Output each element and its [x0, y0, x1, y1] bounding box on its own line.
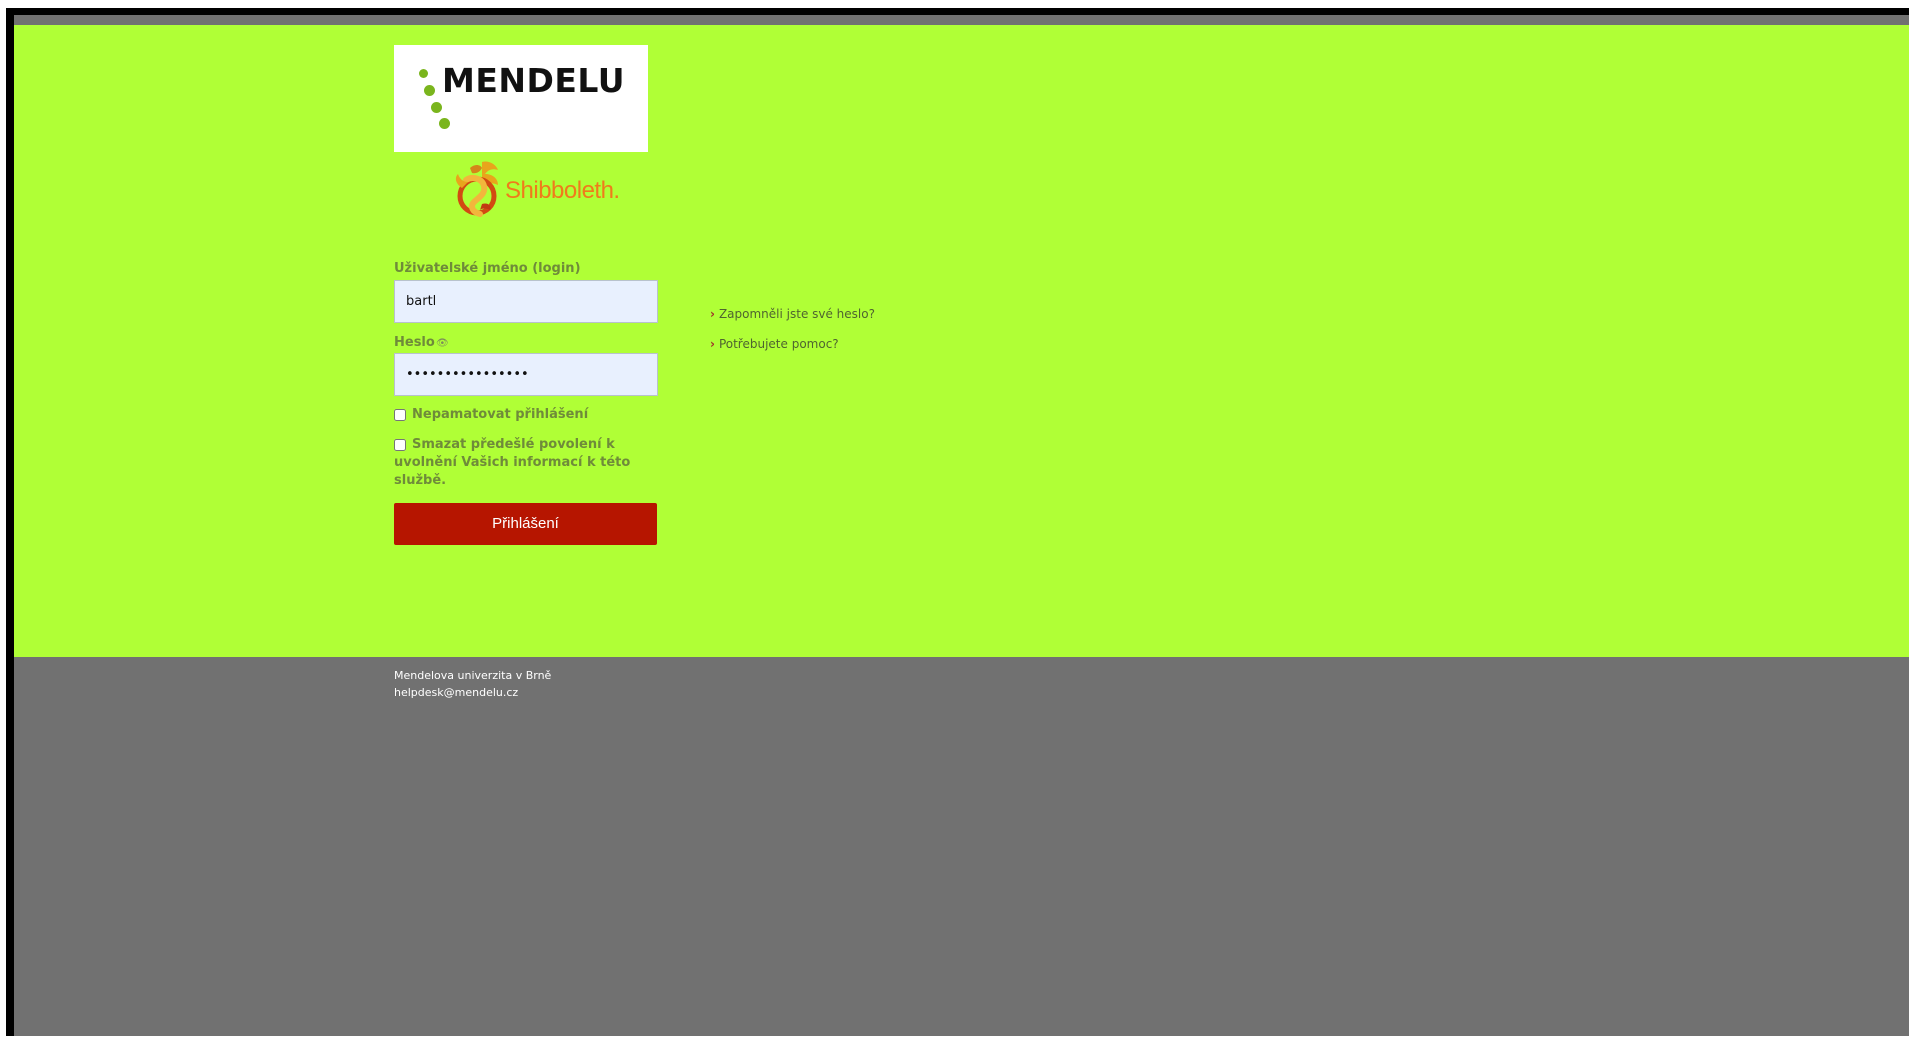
chevron-right-icon: › — [710, 307, 715, 321]
username-label: Uživatelské jméno (login) — [394, 261, 581, 276]
clear-consent-label-line1[interactable]: Smazat předešlé povolení k — [412, 436, 615, 454]
show-password-eye-icon[interactable]: 👁 — [436, 338, 449, 349]
bottom-edge — [0, 1036, 1909, 1040]
need-help-link[interactable]: › Potřebujete pomoc? — [710, 337, 839, 351]
password-input[interactable] — [394, 353, 658, 396]
clear-consent-checkbox[interactable] — [394, 439, 406, 451]
footer-email[interactable]: helpdesk@mendelu.cz — [394, 686, 518, 699]
shibboleth-wordmark: Shibboleth. — [505, 177, 620, 204]
password-label: Heslo — [394, 335, 435, 350]
chevron-right-icon: › — [710, 337, 715, 351]
footer-organization: Mendelova univerzita v Brně — [394, 669, 552, 682]
username-input[interactable] — [394, 280, 658, 323]
dont-remember-label[interactable]: Nepamatovat přihlášení — [412, 406, 588, 424]
logo-dot — [419, 69, 428, 78]
forgot-password-link[interactable]: › Zapomněli jste své heslo? — [710, 307, 875, 321]
logo-dot — [431, 102, 442, 113]
clear-consent-label-line2[interactable]: uvolnění Vašich informací k této — [394, 454, 630, 472]
clear-consent-label-line3[interactable]: službě. — [394, 472, 446, 490]
need-help-text[interactable]: Potřebujete pomoc? — [719, 337, 839, 351]
mendelu-logo: MENDELU — [394, 45, 648, 152]
top-bar — [14, 15, 1909, 25]
logo-dot — [439, 118, 450, 129]
shibboleth-logo: Shibboleth. — [452, 158, 627, 220]
footer-area — [14, 657, 1909, 1036]
dont-remember-checkbox[interactable] — [394, 409, 406, 421]
logo-text: MENDELU — [442, 61, 626, 100]
logo-dot — [424, 85, 435, 96]
forgot-password-text[interactable]: Zapomněli jste své heslo? — [719, 307, 875, 321]
griffin-icon — [455, 161, 498, 217]
browser-frame: MENDELU Shibboleth. Uživatelské jméno (l… — [0, 0, 1909, 1040]
login-area — [14, 25, 1909, 657]
login-button[interactable]: Přihlášení — [394, 503, 657, 545]
